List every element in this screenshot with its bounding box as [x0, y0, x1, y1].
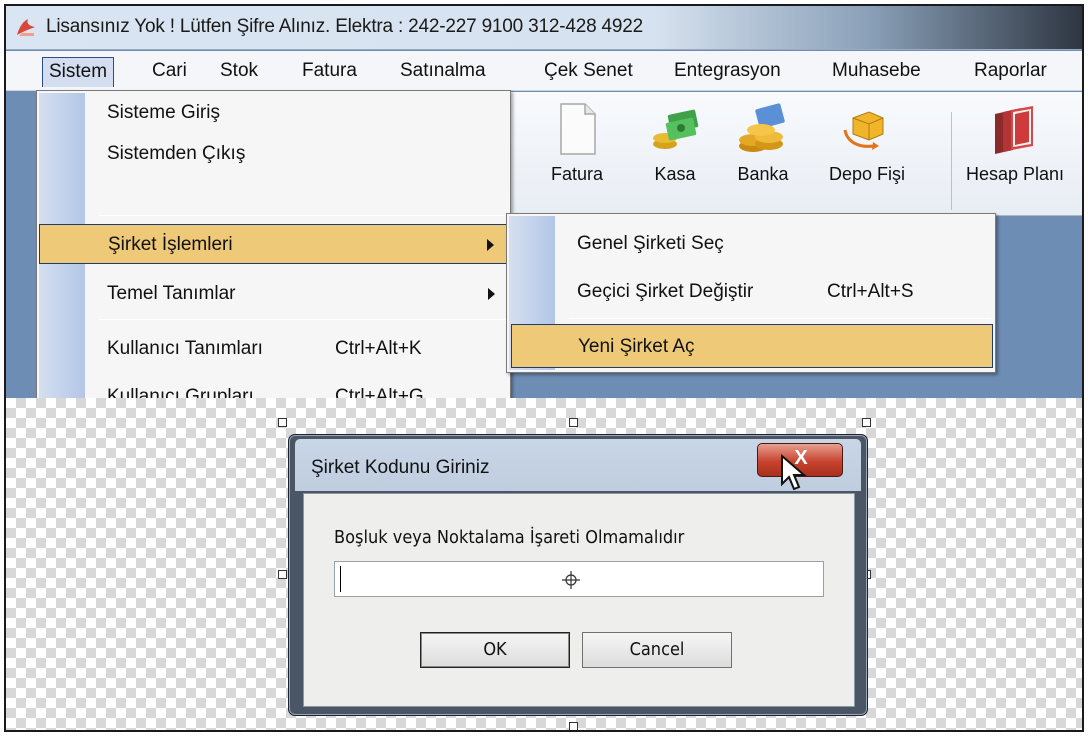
resize-handle[interactable]	[278, 418, 287, 427]
menu-item-shortcut: Ctrl+Alt+S	[827, 281, 914, 302]
menu-raporlar[interactable]: Raporlar	[968, 57, 1053, 87]
dialog-prompt: Boşluk veya Noktalama İşareti Olmamalıdı…	[334, 527, 685, 548]
resize-handle[interactable]	[569, 418, 578, 427]
menu-bar: Sistem Cari Stok Fatura Satınalma Çek Se…	[6, 51, 1082, 91]
toolbar-kasa-button[interactable]: Kasa	[649, 100, 701, 185]
company-code-input[interactable]	[334, 561, 824, 597]
menu-entegrasyon[interactable]: Entegrasyon	[668, 57, 787, 87]
app-logo-icon	[17, 19, 35, 36]
submenu-arrow-icon	[487, 239, 494, 251]
resize-handle[interactable]	[278, 570, 287, 579]
menu-sistem[interactable]: Sistem	[42, 57, 115, 87]
menu-item-label: Kullanıcı Tanımları	[107, 338, 263, 359]
sistem-menu-dropdown: Sisteme Giriş Sistemden Çıkış Şirket İşl…	[36, 90, 511, 398]
sirket-islemleri-submenu: Genel Şirketi Seç Geçici Şirket Değiştir…	[506, 213, 996, 373]
cancel-button[interactable]: Cancel	[582, 632, 732, 668]
toolbar-fatura-button[interactable]: Fatura	[551, 100, 603, 185]
menu-fatura[interactable]: Fatura	[296, 57, 363, 87]
menu-item-kullanici-tanimlari[interactable]: Kullanıcı Tanımları Ctrl+Alt+K	[39, 329, 509, 369]
dialog-body: Boşluk veya Noktalama İşareti Olmamalıdı…	[303, 493, 855, 707]
menu-item-sisteme-giris[interactable]: Sisteme Giriş	[39, 93, 509, 133]
toolbar-label: Fatura	[551, 164, 604, 184]
screenshot-frame: Lisansınız Yok ! Lütfen Şifre Alınız. El…	[4, 4, 1084, 732]
menu-stok[interactable]: Stok	[214, 57, 264, 87]
toolbar-separator	[951, 112, 952, 210]
resize-handle[interactable]	[569, 722, 578, 730]
document-icon	[560, 103, 596, 155]
toolbar-label: Banka	[737, 164, 789, 184]
toolbar-depo-fisi-button[interactable]: Depo Fişi	[829, 100, 905, 185]
menu-separator	[99, 215, 507, 216]
toolbar-label: Hesap Planı	[966, 164, 1065, 184]
menu-item-label: Şirket İşlemleri	[108, 234, 233, 255]
menu-item-label: Kullanıcı Grupları	[107, 386, 254, 398]
menu-item-label: Temel Tanımlar	[107, 283, 236, 304]
books-icon	[995, 106, 1034, 154]
menu-item-gecici-sirket-degistir[interactable]: Geçici Şirket Değiştir Ctrl+Alt+S	[511, 270, 993, 314]
money-icon	[653, 109, 699, 149]
menu-item-shortcut: Ctrl+Alt+K	[335, 338, 422, 359]
menu-item-label: Sistemden Çıkış	[107, 143, 246, 164]
text-caret	[340, 566, 341, 592]
submenu-arrow-icon	[488, 288, 495, 300]
menu-item-label: Yeni Şirket Aç	[578, 336, 695, 357]
menu-item-shortcut: Ctrl+Alt+G	[335, 386, 424, 398]
menu-cek-senet[interactable]: Çek Senet	[538, 57, 639, 87]
menu-item-label: Genel Şirketi Seç	[577, 233, 724, 254]
crosshair-icon	[562, 571, 580, 589]
menu-item-kullanici-gruplari[interactable]: Kullanıcı Grupları Ctrl+Alt+G	[39, 377, 509, 398]
title-bar[interactable]: Lisansınız Yok ! Lütfen Şifre Alınız. El…	[6, 6, 1082, 50]
menu-cari[interactable]: Cari	[146, 57, 193, 87]
toolbar-label: Depo Fişi	[829, 164, 906, 184]
mouse-cursor-icon	[781, 454, 807, 491]
resize-handle[interactable]	[862, 418, 871, 427]
toolbar-banka-button[interactable]: Banka	[735, 100, 791, 185]
menu-item-temel-tanimlar[interactable]: Temel Tanımlar	[39, 274, 509, 314]
toolbar-hesap-plani-button[interactable]: Hesap Planı	[966, 100, 1064, 185]
toolbar: Fatura Kasa Banka Depo Fişi Hesap Planı	[511, 92, 1082, 216]
dialog-title: Şirket Kodunu Giriniz	[311, 457, 490, 478]
coins-icon	[739, 103, 785, 152]
ok-button[interactable]: OK	[420, 632, 570, 668]
menu-item-label: Geçici Şirket Değiştir	[577, 281, 754, 302]
menu-separator	[99, 319, 507, 320]
menu-satinalma[interactable]: Satınalma	[394, 57, 492, 87]
menu-item-yeni-sirket-ac[interactable]: Yeni Şirket Aç	[511, 324, 993, 368]
menu-item-sirket-islemleri[interactable]: Şirket İşlemleri	[39, 224, 509, 264]
toolbar-label: Kasa	[654, 164, 696, 184]
menu-item-sistemden-cikis[interactable]: Sistemden Çıkış	[39, 134, 509, 174]
menu-item-label: Sisteme Giriş	[107, 102, 220, 123]
boxes-icon	[843, 111, 884, 150]
window-title: Lisansınız Yok ! Lütfen Şifre Alınız. El…	[46, 16, 643, 37]
application-window: Lisansınız Yok ! Lütfen Şifre Alınız. El…	[6, 6, 1082, 398]
menu-item-genel-sirketi-sec[interactable]: Genel Şirketi Seç	[511, 222, 993, 266]
menu-muhasebe[interactable]: Muhasebe	[826, 57, 927, 87]
menu-separator	[569, 318, 991, 319]
